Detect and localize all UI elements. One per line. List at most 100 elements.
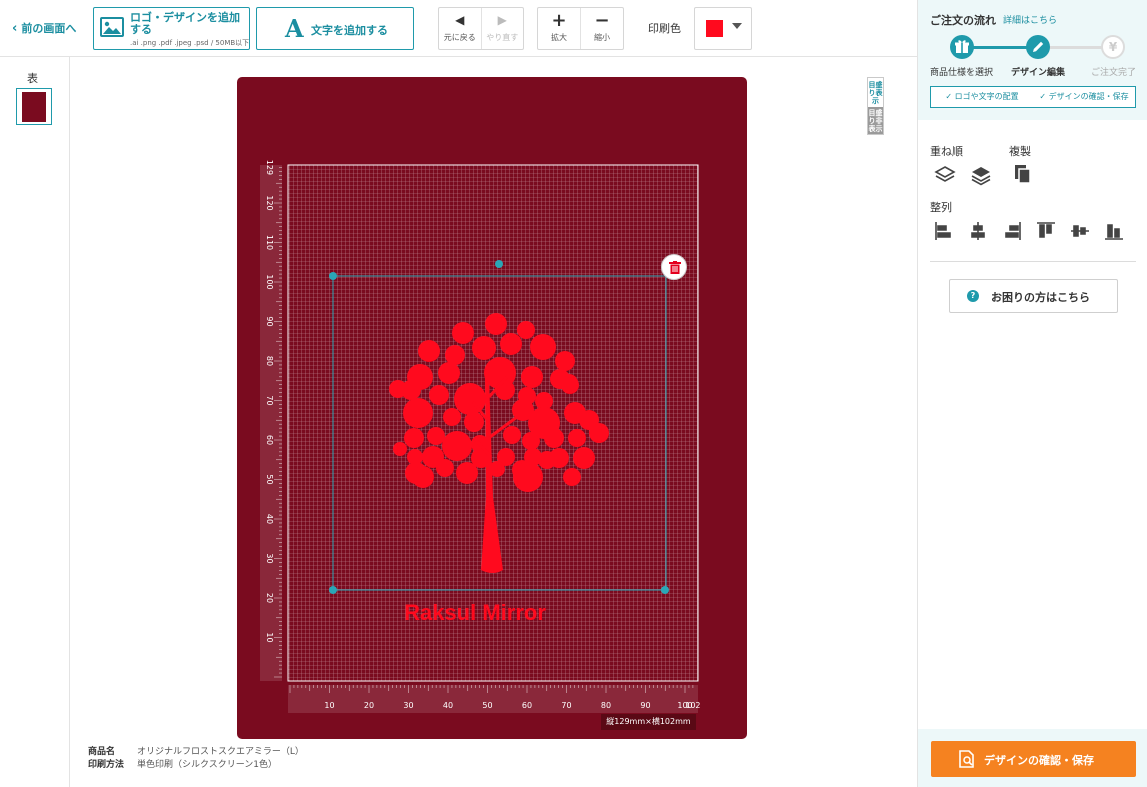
tree-leaf	[456, 462, 478, 484]
tree-leaf	[500, 333, 522, 355]
trash-icon	[669, 261, 681, 274]
page-thumbnail-front[interactable]	[16, 88, 52, 125]
order-flow: ご注文の流れ 詳細はこちら ¥ 商品仕様を選択 デザイン編集 ご注文完了 ✓ ロ…	[918, 0, 1147, 120]
redo-button[interactable]: ▶ やり直す	[482, 8, 524, 49]
color-swatch	[706, 20, 723, 37]
back-link[interactable]: ‹ 前の画面へ	[12, 20, 76, 36]
back-link-label: 前の画面へ	[21, 22, 77, 35]
zoom-group: + 拡大 − 縮小	[537, 7, 624, 50]
page-list: 表	[0, 57, 70, 787]
ruler-label: 80	[601, 701, 611, 710]
ruler-label: 70	[265, 395, 274, 405]
align-top-button[interactable]	[1035, 220, 1057, 242]
undo-label: 元に戻る	[443, 33, 476, 42]
face-label: 表	[27, 72, 38, 85]
ruler-label: 70	[561, 701, 571, 710]
send-backward-button[interactable]	[970, 164, 992, 186]
plus-icon: +	[551, 10, 567, 31]
text-a-icon: A	[285, 14, 304, 43]
ruler-label: 30	[403, 701, 413, 710]
resize-handle-top-left[interactable]	[329, 272, 337, 280]
add-logo-label: ロゴ・デザインを追加する	[130, 11, 240, 36]
gift-icon	[955, 40, 969, 53]
ruler-label: 102	[685, 701, 700, 710]
align-middle-v-button[interactable]	[1069, 220, 1091, 242]
tree-leaf	[568, 429, 586, 447]
zoom-out-label: 縮小	[594, 33, 610, 42]
align-right-button[interactable]	[1001, 220, 1023, 242]
add-logo-formats: .ai .png .pdf .jpeg .psd / 50MB以下	[130, 39, 250, 47]
ruler-label: 30	[265, 553, 274, 563]
add-logo-button[interactable]: ロゴ・デザインを追加する .ai .png .pdf .jpeg .psd / …	[93, 7, 250, 50]
tree-leaf	[485, 313, 507, 335]
zoom-out-button[interactable]: − 縮小	[581, 8, 623, 49]
tree-leaf	[418, 340, 440, 362]
tree-leaf	[589, 423, 609, 443]
tree-leaf	[445, 345, 465, 365]
bring-forward-button[interactable]	[934, 164, 956, 186]
rotate-handle[interactable]	[495, 260, 503, 268]
flow-title: ご注文の流れ	[930, 14, 996, 27]
ruler-toggle[interactable]: 目盛り表示 目盛り非表示	[867, 77, 884, 135]
product-name-key: 商品名	[88, 747, 116, 757]
tree-leaf	[452, 322, 474, 344]
tree-leaf	[401, 380, 421, 400]
tree-leaf	[429, 385, 449, 405]
history-group: ◀ 元に戻る ▶ やり直す	[438, 7, 524, 50]
step-complete: ¥	[1101, 35, 1125, 59]
print-color-label: 印刷色	[648, 22, 681, 35]
flow-detail-link[interactable]: 詳細はこちら	[1003, 13, 1057, 26]
ruler-label: 100	[265, 274, 274, 289]
ruler-label: 110	[265, 235, 274, 250]
delete-button[interactable]	[661, 254, 687, 280]
save-label: デザインの確認・保存	[984, 754, 1094, 767]
align-center-h-button[interactable]	[967, 220, 989, 242]
align-bottom-button[interactable]	[1103, 220, 1125, 242]
design-area: 10 20 30 40 50 60 70 80 90 100 110 120 129 10 20 30 40 5…	[260, 160, 701, 713]
resize-handle-bottom-left[interactable]	[329, 586, 337, 594]
tree-leaf	[521, 366, 543, 388]
tree-leaf	[573, 447, 595, 469]
tree-leaf	[427, 427, 445, 445]
tree-leaf	[393, 442, 407, 456]
chevron-left-icon: ‹	[12, 21, 18, 36]
document-search-icon	[959, 750, 974, 768]
step-label-complete: ご注文完了	[1091, 68, 1137, 78]
align-left-button[interactable]	[933, 220, 955, 242]
confirm-save-button[interactable]: デザインの確認・保存	[931, 741, 1136, 777]
print-color-select[interactable]	[694, 7, 752, 50]
help-label: お困りの方はこちら	[991, 291, 1090, 304]
ruler-label: 20	[265, 593, 274, 603]
toolbar: ‹ 前の画面へ ロゴ・デザインを追加する .ai .png .pdf .jpeg …	[0, 0, 917, 57]
ruler-show-option[interactable]: 目盛り表示	[868, 81, 883, 105]
help-button[interactable]: ? お困りの方はこちら	[949, 279, 1118, 313]
tree-leaf	[517, 321, 535, 339]
add-text-button[interactable]: A 文字を追加する	[256, 7, 414, 50]
align-label: 整列	[930, 201, 952, 214]
step-spec	[950, 35, 974, 59]
zoom-in-label: 拡大	[551, 33, 567, 42]
tree-leaf	[436, 459, 454, 477]
ruler-label: 10	[324, 701, 334, 710]
undo-button[interactable]: ◀ 元に戻る	[439, 8, 482, 49]
question-icon: ?	[967, 290, 979, 302]
tree-leaf	[538, 451, 556, 469]
product-info: 商品名 オリジナルフロストスクエアミラー（L） 印刷方法 単色印刷（シルクスクリーン…	[88, 746, 304, 772]
minus-icon: −	[594, 10, 610, 31]
ruler-label: 90	[265, 316, 274, 326]
duplicate-button[interactable]	[1012, 163, 1034, 185]
tree-leaf	[513, 462, 543, 492]
design-text[interactable]: Raksul Mirror	[404, 600, 546, 625]
ruler-hide-option[interactable]: 目盛り非表示	[868, 107, 883, 134]
ruler-label: 10	[265, 632, 274, 642]
order-label: 重ね順	[930, 145, 963, 158]
tree-leaf	[443, 408, 461, 426]
ruler-label: 50	[265, 474, 274, 484]
zoom-in-button[interactable]: + 拡大	[538, 8, 581, 49]
pencil-icon	[1033, 41, 1044, 52]
resize-handle-bottom-right[interactable]	[661, 586, 669, 594]
tree-leaf	[560, 374, 578, 392]
ruler-label: 80	[265, 356, 274, 366]
right-panel: ご注文の流れ 詳細はこちら ¥ 商品仕様を選択 デザイン編集 ご注文完了 ✓ ロ…	[917, 0, 1147, 787]
ruler-label: 40	[265, 514, 274, 524]
